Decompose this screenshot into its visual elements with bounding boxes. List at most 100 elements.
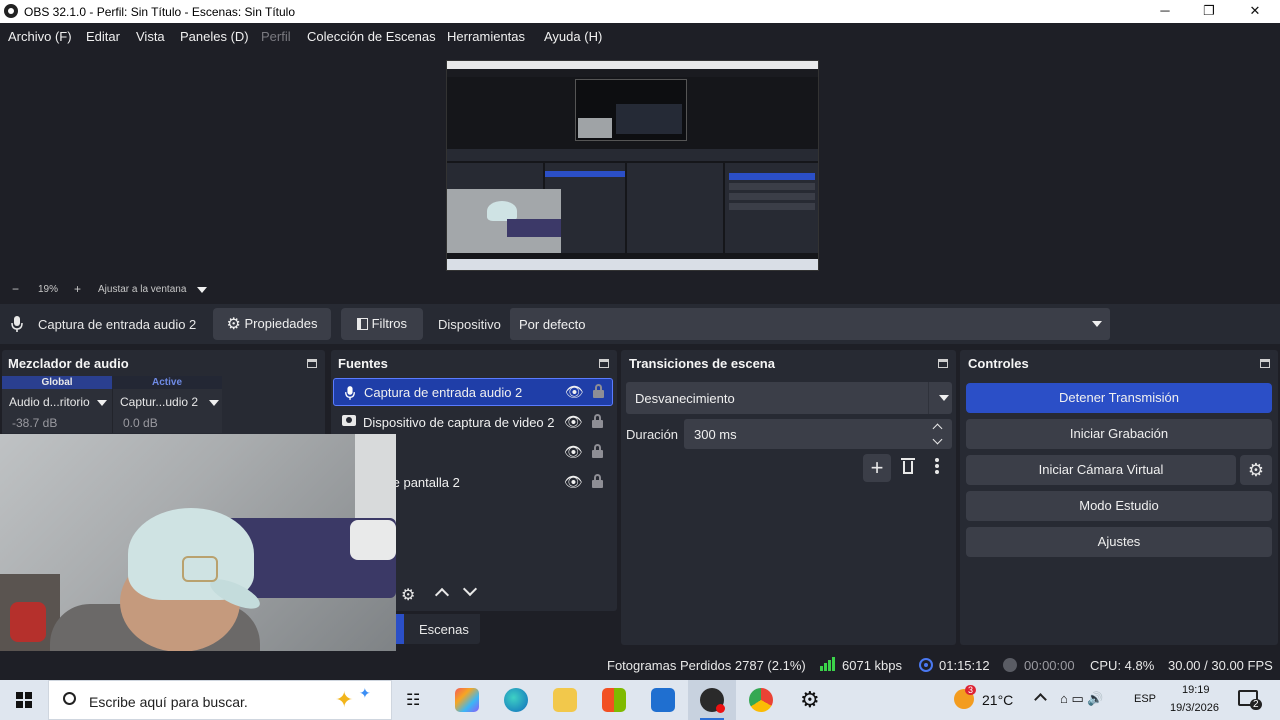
obs-taskbar-icon[interactable] <box>700 688 725 713</box>
dock-float-icon[interactable] <box>599 359 609 368</box>
camera-icon <box>342 415 356 426</box>
transition-select[interactable]: Desvanecimiento <box>626 382 952 414</box>
source-item-label: Dispositivo de captura de video 2 <box>363 415 555 430</box>
signal-bars-icon <box>820 657 835 671</box>
nested-transitions <box>627 163 723 253</box>
duration-value: 300 ms <box>694 427 737 442</box>
mixer-tab-active[interactable]: Active <box>112 376 222 389</box>
settings-gear-icon[interactable]: ⚙ <box>800 687 820 713</box>
source-properties-gear-icon[interactable]: ⚙ <box>401 585 415 605</box>
menu-paneles[interactable]: Paneles (D) <box>180 29 249 44</box>
mail-icon[interactable] <box>651 688 675 712</box>
zoom-out-button[interactable]: − <box>12 282 19 296</box>
fps: 30.00 / 30.00 FPS <box>1168 658 1273 673</box>
source-item[interactable]: Dispositivo de captura de video 2 👁 <box>333 409 613 437</box>
zoom-dropdown-icon[interactable] <box>197 287 207 293</box>
menu-ayuda[interactable]: Ayuda (H) <box>544 29 602 44</box>
eye-icon[interactable]: 👁 <box>564 473 583 491</box>
tray-icons[interactable]: ⌂ ▭ 🔊 <box>1060 691 1104 707</box>
start-recording-button[interactable]: Iniciar Grabación <box>966 419 1272 449</box>
lock-icon[interactable] <box>592 474 603 488</box>
nested-preview <box>575 79 687 141</box>
edge-browser-icon[interactable] <box>504 688 528 712</box>
cap-logo <box>182 556 218 582</box>
close-button[interactable]: ✕ <box>1232 0 1278 23</box>
dock-float-icon[interactable] <box>938 359 948 368</box>
transitions-title: Transiciones de escena <box>629 356 775 371</box>
chrome-icon[interactable] <box>749 688 773 712</box>
properties-button[interactable]: ⚙ Propiedades <box>213 308 331 340</box>
taskbar-search-box[interactable]: Escribe aquí para buscar. ✦ ✦ <box>48 680 392 720</box>
file-explorer-icon[interactable] <box>553 688 577 712</box>
maximize-button[interactable]: ❐ <box>1186 0 1232 23</box>
device-label: Dispositivo <box>438 317 501 332</box>
zoom-in-button[interactable]: + <box>74 282 81 296</box>
nested-cap <box>487 201 517 221</box>
start-virtual-camera-button[interactable]: Iniciar Cámara Virtual <box>966 455 1236 485</box>
menu-editar[interactable]: Editar <box>86 29 120 44</box>
spin-up-icon[interactable] <box>932 423 943 434</box>
mixer-tab-global[interactable]: Global <box>2 376 112 389</box>
microsoft-store-icon[interactable] <box>602 688 626 712</box>
scenes-tab-indicator <box>396 614 404 644</box>
dock-float-icon[interactable] <box>307 359 317 368</box>
menu-archivo[interactable]: Archivo (F) <box>8 29 72 44</box>
menu-herramientas[interactable]: Herramientas <box>447 29 525 44</box>
task-view-icon[interactable]: ☷ <box>406 690 420 710</box>
windows-start-icon[interactable] <box>16 692 32 708</box>
studio-mode-button[interactable]: Modo Estudio <box>966 491 1272 521</box>
spin-down-icon[interactable] <box>932 434 943 445</box>
dock-float-icon[interactable] <box>1260 359 1270 368</box>
eye-icon[interactable]: 👁 <box>565 383 584 401</box>
scenes-tab[interactable]: Escenas <box>396 614 480 644</box>
preview-canvas[interactable] <box>446 60 819 271</box>
gear-icon: ⚙ <box>226 316 241 333</box>
nested-titlebar <box>447 61 818 69</box>
record-time: 00:00:00 <box>1024 658 1075 673</box>
zoom-bar: − 19% + Ajustar a la ventana <box>0 280 1280 300</box>
chevron-down-icon[interactable] <box>97 400 107 406</box>
mixer-channel: Audio d...ritorio -38.7 dB <box>2 389 112 433</box>
sources-title: Fuentes <box>338 356 388 371</box>
eye-icon[interactable]: 👁 <box>564 443 583 461</box>
filters-button[interactable]: Filtros <box>341 308 423 340</box>
mixer-channel-name[interactable]: Audio d...ritorio <box>9 395 90 409</box>
settings-button[interactable]: Ajustes <box>966 527 1272 557</box>
status-bar: Fotogramas Perdidos 2787 (2.1%) 6071 kbp… <box>0 651 1280 679</box>
device-select[interactable]: Por defecto <box>510 308 1110 340</box>
eye-icon[interactable]: 👁 <box>564 413 583 431</box>
chevron-down-icon[interactable] <box>209 400 219 406</box>
clock-date[interactable]: 19/3/2026 <box>1170 702 1219 714</box>
clock-time[interactable]: 19:19 <box>1182 684 1210 696</box>
more-options-icon[interactable] <box>935 458 939 474</box>
duration-spinbox[interactable]: 300 ms <box>684 419 952 449</box>
minimize-button[interactable]: ─ <box>1142 0 1188 23</box>
stream-time: 01:15:12 <box>939 658 990 673</box>
lock-icon[interactable] <box>593 384 604 398</box>
virtual-camera-settings-gear-icon[interactable]: ⚙ <box>1240 455 1272 485</box>
stop-stream-button[interactable]: Detener Transmisión <box>966 383 1272 413</box>
recording-icon <box>1003 658 1017 672</box>
mixer-channel-level: 0.0 dB <box>123 416 158 430</box>
nested-stop-button <box>729 173 815 180</box>
mixer-channel-name[interactable]: Captur...udio 2 <box>120 395 198 409</box>
mixer-channel-level: -38.7 dB <box>12 416 58 430</box>
move-down-icon[interactable] <box>462 581 478 597</box>
controls-title: Controles <box>968 356 1029 371</box>
input-language[interactable]: ESP <box>1134 693 1156 705</box>
trash-icon[interactable] <box>901 458 915 474</box>
menu-vista[interactable]: Vista <box>136 29 165 44</box>
lock-icon[interactable] <box>592 444 603 458</box>
show-hidden-icons-chevron-icon[interactable] <box>1034 693 1047 706</box>
menu-coleccion-escenas[interactable]: Colección de Escenas <box>307 29 436 44</box>
move-up-icon[interactable] <box>434 587 450 603</box>
zoom-fit-label[interactable]: Ajustar a la ventana <box>98 284 186 295</box>
lock-icon[interactable] <box>592 414 603 428</box>
copilot-icon[interactable] <box>455 688 479 712</box>
add-transition-button[interactable]: + <box>863 454 891 482</box>
source-item[interactable]: Captura de entrada audio 2 👁 <box>333 378 613 406</box>
weather-temperature[interactable]: 21°C <box>982 692 1013 708</box>
nested-controls <box>725 163 818 253</box>
menu-perfil[interactable]: Perfil <box>261 29 291 44</box>
streaming-icon <box>919 658 933 672</box>
